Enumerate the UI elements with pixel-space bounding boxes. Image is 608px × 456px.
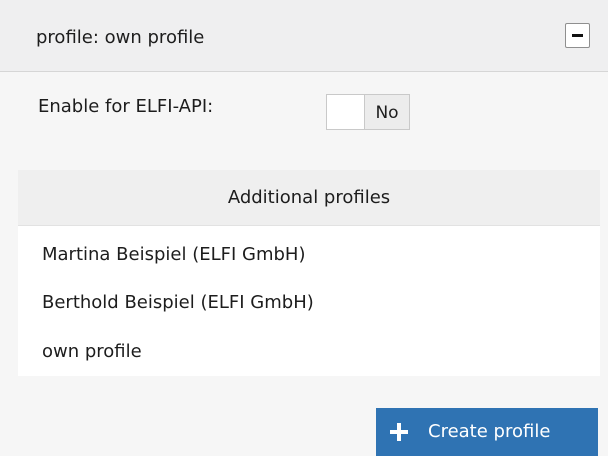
additional-profiles-header: Additional profiles <box>18 170 600 226</box>
panel-title: profile: own profile <box>36 27 205 48</box>
enable-api-toggle[interactable]: No <box>326 94 410 130</box>
enable-api-label: Enable for ELFI-API: <box>38 96 214 117</box>
collapse-button[interactable] <box>565 23 590 48</box>
additional-profiles-list: Additional profiles Martina Beispiel (EL… <box>18 170 600 376</box>
toggle-knob <box>327 95 365 129</box>
panel-header: profile: own profile <box>0 0 608 72</box>
list-item[interactable]: Martina Beispiel (ELFI GmbH) <box>42 244 305 266</box>
plus-icon <box>390 423 408 441</box>
minus-icon <box>572 34 583 37</box>
list-item[interactable]: own profile <box>42 341 142 363</box>
create-profile-button[interactable]: Create profile <box>376 408 598 456</box>
create-profile-label: Create profile <box>428 421 551 442</box>
toggle-state: No <box>365 95 409 129</box>
list-item[interactable]: Berthold Beispiel (ELFI GmbH) <box>42 292 314 314</box>
